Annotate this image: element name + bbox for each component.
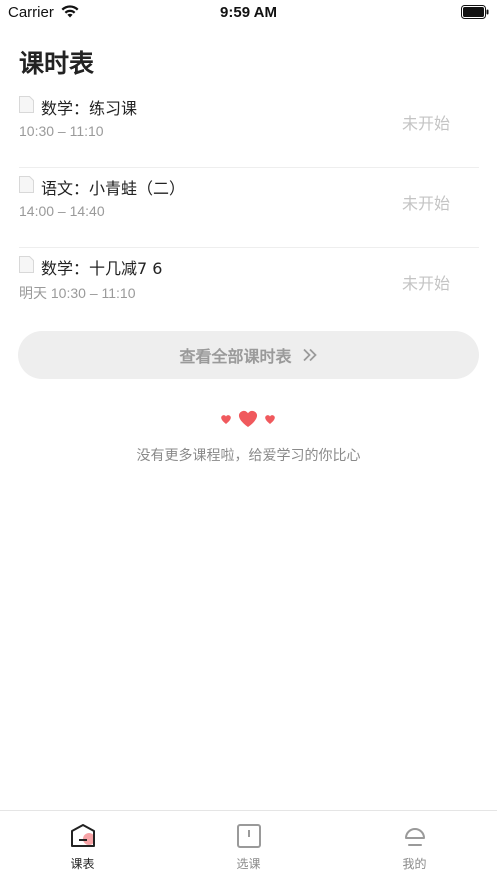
lesson-thumbnail-icon [19, 96, 34, 113]
app-screen: Carrier 9:59 AM 课时表 数学：练习课 10:30 – 11:10… [0, 0, 497, 883]
battery-icon [461, 5, 489, 19]
lesson-title: 数学：十几减7 6 [41, 259, 163, 278]
no-more-courses-hint: 没有更多课程啦，给爱学习的你比心 [136, 448, 361, 464]
lesson-list: 数学：练习课 10:30 – 11:10 未开始 语文：小青蛙（二） 14:00… [19, 88, 479, 328]
lesson-title: 语文：小青蛙（二） [41, 179, 186, 198]
tab-label: 课表 [70, 857, 95, 871]
tab-course-select[interactable]: 选课 [166, 811, 331, 883]
lesson-item[interactable]: 数学：十几减7 6 明天 10:30 – 11:10 未开始 [19, 248, 479, 328]
course-select-icon [236, 824, 261, 848]
profile-icon [404, 828, 425, 846]
lesson-item[interactable]: 语文：小青蛙（二） 14:00 – 14:40 未开始 [19, 168, 479, 248]
double-chevron-right-icon [302, 348, 317, 362]
tab-bar: 课表 选课 我的 [0, 810, 497, 883]
lesson-status: 未开始 [401, 274, 450, 293]
lesson-thumbnail-icon [19, 256, 34, 273]
clock: 9:59 AM [220, 4, 277, 21]
page-title: 课时表 [19, 49, 95, 78]
tab-label: 我的 [402, 857, 427, 871]
tab-label: 选课 [236, 857, 261, 871]
lesson-thumbnail-icon [19, 176, 34, 193]
hearts-icon [221, 410, 275, 427]
lesson-time: 14:00 – 14:40 [19, 203, 105, 219]
view-all-schedule-button[interactable]: 查看全部课时表 [18, 331, 479, 379]
lesson-time: 明天 10:30 – 11:10 [19, 285, 136, 301]
lesson-status: 未开始 [401, 194, 450, 213]
lesson-time: 10:30 – 11:10 [19, 123, 104, 139]
view-all-label: 查看全部课时表 [179, 347, 292, 366]
tab-schedule[interactable]: 课表 [0, 811, 165, 883]
tab-profile[interactable]: 我的 [332, 811, 497, 883]
status-bar: Carrier 9:59 AM [0, 0, 497, 26]
schedule-icon [70, 824, 95, 847]
lesson-title: 数学：练习课 [41, 99, 138, 118]
lesson-status: 未开始 [401, 114, 450, 133]
lesson-item[interactable]: 数学：练习课 10:30 – 11:10 未开始 [19, 88, 479, 168]
